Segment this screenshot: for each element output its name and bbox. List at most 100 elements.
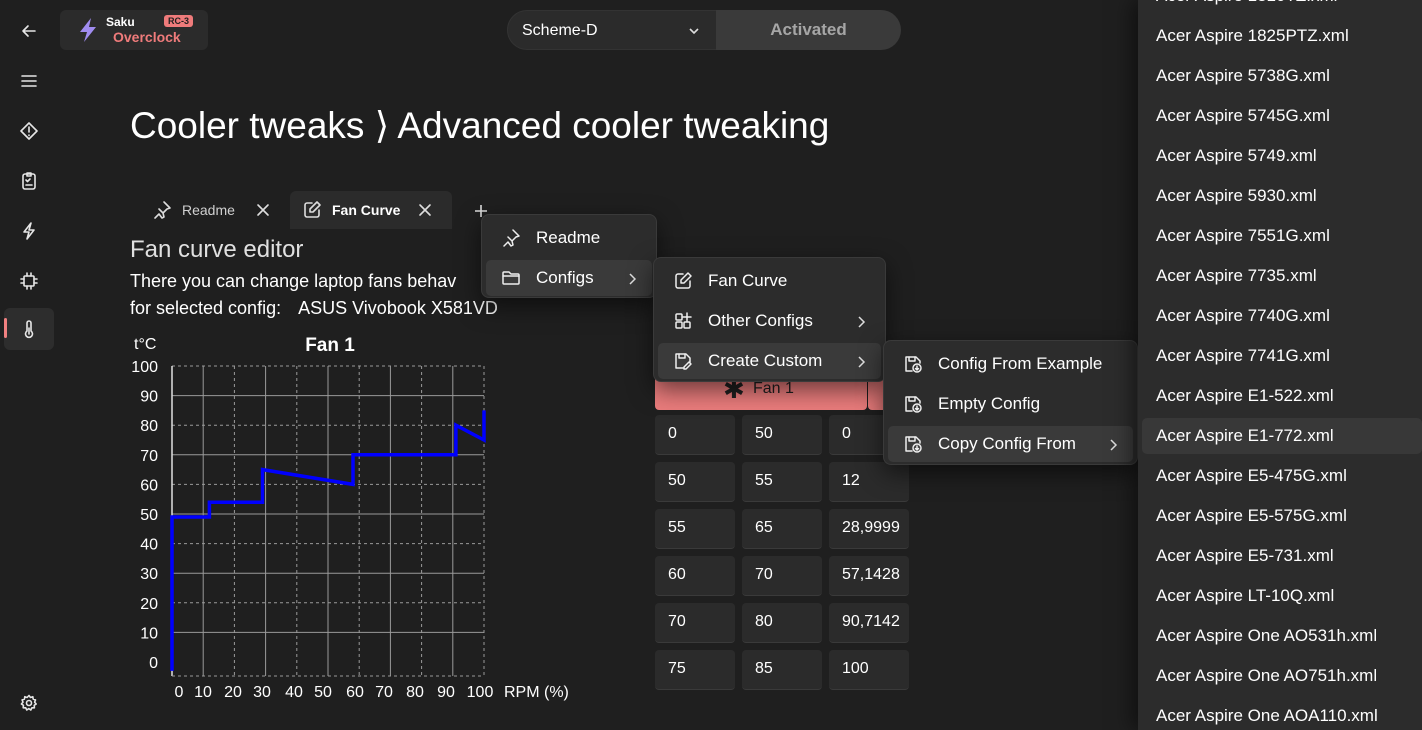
fan-table-cell[interactable]: 80	[742, 603, 822, 643]
chevron-right-icon	[629, 273, 637, 285]
config-file-item[interactable]: Acer Aspire One AO751h.xml	[1142, 658, 1422, 694]
tab-readme[interactable]: Readme	[140, 191, 282, 229]
menu-item-empty-config-label: Empty Config	[938, 394, 1041, 413]
chart-axes	[171, 366, 484, 677]
config-file-item[interactable]: Acer Aspire E1-522.xml	[1142, 378, 1422, 414]
config-file-item[interactable]: Acer Aspire One AO531h.xml	[1142, 618, 1422, 654]
menu-item-configs-label: Configs	[536, 268, 594, 287]
x-tick-label: 50	[314, 684, 332, 701]
config-file-item[interactable]: Acer Aspire 7551G.xml	[1142, 218, 1422, 254]
x-tick-label: 40	[285, 684, 303, 701]
config-file-item[interactable]: Acer Aspire 5749.xml	[1142, 138, 1422, 174]
fan-table-cell[interactable]: 12	[829, 462, 909, 502]
nav-cooler-button[interactable]	[4, 308, 54, 350]
config-file-item[interactable]: Acer Aspire 1825PTZ.xml	[1142, 18, 1422, 54]
description-line2: for selected config: ASUS Vivobook X581V…	[130, 295, 498, 322]
menu-item-copy-config-from-label: Copy Config From	[938, 434, 1076, 453]
y-axis-label: t°C	[134, 336, 156, 353]
config-file-item[interactable]: Acer Aspire E5-475G.xml	[1142, 458, 1422, 494]
fan-table-cell[interactable]: 85	[742, 650, 822, 690]
config-file-item[interactable]: Acer Aspire LT-10Q.xml	[1142, 578, 1422, 614]
close-tab-readme[interactable]	[256, 203, 270, 217]
fan-table-cell[interactable]: 60	[655, 556, 735, 596]
lightning-icon	[23, 222, 35, 240]
nav-cpu-button[interactable]	[4, 260, 54, 302]
fan-table-cell[interactable]: 28,9999	[829, 509, 909, 549]
folder-icon	[502, 271, 520, 285]
chevron-down-icon	[689, 28, 699, 35]
edit-icon	[304, 201, 321, 218]
fan-table-cell[interactable]: 57,1428	[829, 556, 909, 596]
config-file-item[interactable]: Acer Aspire E1-772.xml	[1142, 418, 1422, 454]
menu-item-copy-config-from[interactable]: Copy Config From	[888, 426, 1133, 462]
y-tick-label: 100	[131, 359, 158, 376]
menu-item-readme-label: Readme	[536, 228, 601, 247]
page-title: Cooler tweaks ⟩ Advanced cooler tweaking	[130, 105, 830, 146]
config-file-item[interactable]: Acer Aspire 5745G.xml	[1142, 98, 1422, 134]
fan-table-cell[interactable]: 90,7142	[829, 603, 909, 643]
create-custom-submenu: Config From Example Empty Config Copy Co…	[883, 340, 1138, 465]
config-name: ASUS Vivobook X581VD	[298, 298, 498, 318]
y-tick-label: 40	[140, 537, 158, 554]
description-line1: There you can change laptop fans behav	[130, 271, 457, 291]
config-file-item[interactable]: Acer Aspire One AOA110.xml	[1142, 698, 1422, 730]
y-tick-label: 20	[140, 596, 158, 613]
config-file-item[interactable]: Acer Aspire 1810TZ.xml	[1142, 0, 1422, 14]
menu-item-other-configs-label: Other Configs	[708, 311, 813, 330]
gear-icon	[20, 694, 37, 711]
menu-button[interactable]	[4, 60, 54, 102]
chart-title: Fan 1	[305, 335, 355, 356]
config-file-item[interactable]: Acer Aspire 7741G.xml	[1142, 338, 1422, 374]
menu-item-config-from-example[interactable]: Config From Example	[888, 346, 1133, 382]
scheme-dropdown[interactable]: Scheme-D	[507, 10, 717, 50]
fan-table-cell[interactable]: 50	[742, 415, 822, 455]
fan-table-cell[interactable]: 50	[655, 462, 735, 502]
hamburger-icon	[21, 75, 37, 87]
edit-icon	[675, 272, 692, 289]
chevron-right-icon	[858, 316, 866, 328]
menu-item-empty-config[interactable]: Empty Config	[888, 386, 1133, 422]
menu-item-fan-curve[interactable]: Fan Curve	[658, 263, 881, 299]
nav-preset-button[interactable]	[4, 110, 54, 152]
config-file-item[interactable]: Acer Aspire E5-731.xml	[1142, 538, 1422, 574]
close-tab-fan-curve[interactable]	[418, 203, 432, 217]
y-tick-label: 30	[140, 566, 158, 583]
activated-button[interactable]: Activated	[716, 10, 901, 50]
fan-table-cell[interactable]: 0	[655, 415, 735, 455]
fan-table-cell[interactable]: 100	[829, 650, 909, 690]
config-file-item[interactable]: Acer Aspire E5-575G.xml	[1142, 498, 1422, 534]
menu-item-readme[interactable]: Readme	[486, 220, 652, 256]
fan-table-cell[interactable]: 55	[742, 462, 822, 502]
x-tick-label: 0	[175, 684, 184, 701]
menu-item-other-configs[interactable]: Other Configs	[658, 303, 881, 339]
section-description: There you can change laptop fans behav f…	[130, 268, 498, 322]
x-tick-label: 100	[467, 684, 494, 701]
fan-table-cell[interactable]: 70	[655, 603, 735, 643]
config-file-item[interactable]: Acer Aspire 7740G.xml	[1142, 298, 1422, 334]
fan-table-cell[interactable]: 55	[655, 509, 735, 549]
menu-item-create-custom[interactable]: Create Custom	[658, 343, 881, 379]
menu-item-config-from-example-label: Config From Example	[938, 354, 1103, 373]
config-file-item[interactable]: Acer Aspire 5738G.xml	[1142, 58, 1422, 94]
menu-item-configs[interactable]: Configs	[486, 260, 652, 296]
x-tick-label: 20	[224, 684, 242, 701]
config-file-item[interactable]: Acer Aspire 7735.xml	[1142, 258, 1422, 294]
fan-table-cell[interactable]: 70	[742, 556, 822, 596]
tab-fan-curve[interactable]: Fan Curve	[290, 191, 452, 229]
back-button[interactable]	[4, 10, 54, 52]
chart-labels: 0 10 20 30 40 50 60 70 80 90 100 0 10 20 30 40 50 60 70 80 9…	[131, 359, 493, 701]
active-nav-indicator	[4, 318, 7, 338]
fan-table-cell[interactable]: 65	[742, 509, 822, 549]
config-file-item[interactable]: Acer Aspire 5930.xml	[1142, 178, 1422, 214]
version-badge: RC-3	[164, 15, 194, 27]
logo-text-saku: Saku	[106, 15, 135, 29]
settings-button[interactable]	[4, 682, 54, 724]
x-axis-label: RPM (%)	[504, 684, 569, 701]
nav-power-button[interactable]	[4, 210, 54, 252]
x-tick-label: 30	[253, 684, 271, 701]
nav-clipboard-button[interactable]	[4, 160, 54, 202]
configs-submenu: Fan Curve Other Configs Create Custom	[653, 257, 886, 382]
fan-table-cell[interactable]: 75	[655, 650, 735, 690]
fan1-button-label: Fan 1	[753, 380, 794, 397]
y-tick-label: 0	[149, 655, 158, 672]
